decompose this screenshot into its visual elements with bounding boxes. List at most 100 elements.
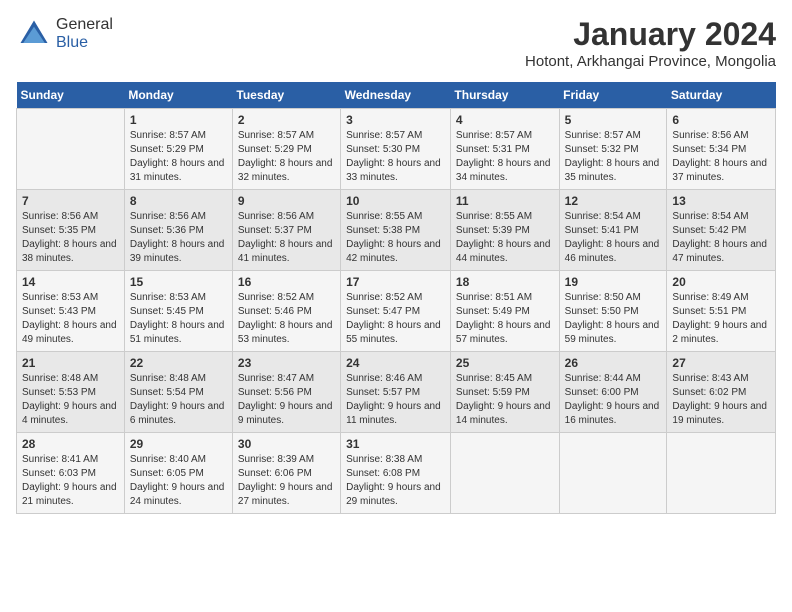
- calendar-week-row: 21 Sunrise: 8:48 AMSunset: 5:53 PMDaylig…: [17, 352, 776, 433]
- calendar-cell: 8 Sunrise: 8:56 AMSunset: 5:36 PMDayligh…: [124, 190, 232, 271]
- calendar-cell: 22 Sunrise: 8:48 AMSunset: 5:54 PMDaylig…: [124, 352, 232, 433]
- day-info: Sunrise: 8:56 AMSunset: 5:36 PMDaylight:…: [130, 210, 227, 266]
- calendar-cell: 5 Sunrise: 8:57 AMSunset: 5:32 PMDayligh…: [559, 109, 667, 190]
- day-info: Sunrise: 8:57 AMSunset: 5:29 PMDaylight:…: [130, 129, 227, 185]
- day-number: 11: [456, 194, 554, 208]
- day-info: Sunrise: 8:44 AMSunset: 6:00 PMDaylight:…: [565, 372, 662, 428]
- day-number: 23: [238, 356, 335, 370]
- day-info: Sunrise: 8:52 AMSunset: 5:46 PMDaylight:…: [238, 291, 335, 347]
- calendar-cell: 12 Sunrise: 8:54 AMSunset: 5:41 PMDaylig…: [559, 190, 667, 271]
- day-info: Sunrise: 8:53 AMSunset: 5:45 PMDaylight:…: [130, 291, 227, 347]
- calendar-cell: 27 Sunrise: 8:43 AMSunset: 6:02 PMDaylig…: [667, 352, 776, 433]
- day-number: 14: [22, 275, 119, 289]
- calendar-subtitle: Hotont, Arkhangai Province, Mongolia: [525, 53, 776, 70]
- day-number: 19: [565, 275, 662, 289]
- day-info: Sunrise: 8:57 AMSunset: 5:30 PMDaylight:…: [346, 129, 445, 185]
- day-number: 13: [672, 194, 770, 208]
- calendar-cell: 17 Sunrise: 8:52 AMSunset: 5:47 PMDaylig…: [341, 271, 451, 352]
- day-info: Sunrise: 8:55 AMSunset: 5:38 PMDaylight:…: [346, 210, 445, 266]
- title-section: January 2024 Hotont, Arkhangai Province,…: [525, 16, 776, 70]
- calendar-table: SundayMondayTuesdayWednesdayThursdayFrid…: [16, 82, 776, 514]
- calendar-cell: 6 Sunrise: 8:56 AMSunset: 5:34 PMDayligh…: [667, 109, 776, 190]
- weekday-header-monday: Monday: [124, 82, 232, 109]
- day-info: Sunrise: 8:51 AMSunset: 5:49 PMDaylight:…: [456, 291, 554, 347]
- day-number: 26: [565, 356, 662, 370]
- day-info: Sunrise: 8:38 AMSunset: 6:08 PMDaylight:…: [346, 453, 445, 509]
- weekday-header-wednesday: Wednesday: [341, 82, 451, 109]
- day-number: 28: [22, 437, 119, 451]
- day-number: 6: [672, 113, 770, 127]
- calendar-cell: 24 Sunrise: 8:46 AMSunset: 5:57 PMDaylig…: [341, 352, 451, 433]
- day-info: Sunrise: 8:56 AMSunset: 5:34 PMDaylight:…: [672, 129, 770, 185]
- day-number: 17: [346, 275, 445, 289]
- weekday-header-tuesday: Tuesday: [232, 82, 340, 109]
- day-number: 25: [456, 356, 554, 370]
- day-number: 22: [130, 356, 227, 370]
- day-number: 7: [22, 194, 119, 208]
- weekday-header-saturday: Saturday: [667, 82, 776, 109]
- day-info: Sunrise: 8:46 AMSunset: 5:57 PMDaylight:…: [346, 372, 445, 428]
- day-info: Sunrise: 8:48 AMSunset: 5:54 PMDaylight:…: [130, 372, 227, 428]
- day-info: Sunrise: 8:48 AMSunset: 5:53 PMDaylight:…: [22, 372, 119, 428]
- day-info: Sunrise: 8:57 AMSunset: 5:31 PMDaylight:…: [456, 129, 554, 185]
- day-number: 30: [238, 437, 335, 451]
- calendar-cell: 4 Sunrise: 8:57 AMSunset: 5:31 PMDayligh…: [450, 109, 559, 190]
- day-info: Sunrise: 8:54 AMSunset: 5:41 PMDaylight:…: [565, 210, 662, 266]
- calendar-week-row: 7 Sunrise: 8:56 AMSunset: 5:35 PMDayligh…: [17, 190, 776, 271]
- calendar-cell: 21 Sunrise: 8:48 AMSunset: 5:53 PMDaylig…: [17, 352, 125, 433]
- day-info: Sunrise: 8:55 AMSunset: 5:39 PMDaylight:…: [456, 210, 554, 266]
- calendar-cell: 29 Sunrise: 8:40 AMSunset: 6:05 PMDaylig…: [124, 433, 232, 514]
- logo-blue: Blue: [56, 34, 88, 51]
- day-number: 21: [22, 356, 119, 370]
- calendar-cell: 30 Sunrise: 8:39 AMSunset: 6:06 PMDaylig…: [232, 433, 340, 514]
- logo-general: General: [56, 16, 113, 33]
- day-number: 27: [672, 356, 770, 370]
- page-header: General Blue January 2024 Hotont, Arkhan…: [16, 16, 776, 70]
- day-info: Sunrise: 8:40 AMSunset: 6:05 PMDaylight:…: [130, 453, 227, 509]
- calendar-cell: 19 Sunrise: 8:50 AMSunset: 5:50 PMDaylig…: [559, 271, 667, 352]
- calendar-cell: 25 Sunrise: 8:45 AMSunset: 5:59 PMDaylig…: [450, 352, 559, 433]
- day-info: Sunrise: 8:54 AMSunset: 5:42 PMDaylight:…: [672, 210, 770, 266]
- calendar-cell: 20 Sunrise: 8:49 AMSunset: 5:51 PMDaylig…: [667, 271, 776, 352]
- day-info: Sunrise: 8:43 AMSunset: 6:02 PMDaylight:…: [672, 372, 770, 428]
- calendar-cell: 16 Sunrise: 8:52 AMSunset: 5:46 PMDaylig…: [232, 271, 340, 352]
- day-number: 31: [346, 437, 445, 451]
- day-number: 20: [672, 275, 770, 289]
- day-number: 8: [130, 194, 227, 208]
- logo-icon: [16, 16, 52, 52]
- day-number: 2: [238, 113, 335, 127]
- calendar-cell: 31 Sunrise: 8:38 AMSunset: 6:08 PMDaylig…: [341, 433, 451, 514]
- calendar-week-row: 14 Sunrise: 8:53 AMSunset: 5:43 PMDaylig…: [17, 271, 776, 352]
- day-info: Sunrise: 8:53 AMSunset: 5:43 PMDaylight:…: [22, 291, 119, 347]
- calendar-cell: 3 Sunrise: 8:57 AMSunset: 5:30 PMDayligh…: [341, 109, 451, 190]
- calendar-cell: 11 Sunrise: 8:55 AMSunset: 5:39 PMDaylig…: [450, 190, 559, 271]
- day-number: 10: [346, 194, 445, 208]
- calendar-cell: 26 Sunrise: 8:44 AMSunset: 6:00 PMDaylig…: [559, 352, 667, 433]
- calendar-cell: 7 Sunrise: 8:56 AMSunset: 5:35 PMDayligh…: [17, 190, 125, 271]
- day-number: 9: [238, 194, 335, 208]
- day-number: 29: [130, 437, 227, 451]
- calendar-cell: 9 Sunrise: 8:56 AMSunset: 5:37 PMDayligh…: [232, 190, 340, 271]
- day-info: Sunrise: 8:56 AMSunset: 5:37 PMDaylight:…: [238, 210, 335, 266]
- calendar-cell: [450, 433, 559, 514]
- day-info: Sunrise: 8:41 AMSunset: 6:03 PMDaylight:…: [22, 453, 119, 509]
- day-number: 5: [565, 113, 662, 127]
- day-info: Sunrise: 8:47 AMSunset: 5:56 PMDaylight:…: [238, 372, 335, 428]
- calendar-cell: 18 Sunrise: 8:51 AMSunset: 5:49 PMDaylig…: [450, 271, 559, 352]
- weekday-header-friday: Friday: [559, 82, 667, 109]
- calendar-cell: 14 Sunrise: 8:53 AMSunset: 5:43 PMDaylig…: [17, 271, 125, 352]
- calendar-week-row: 1 Sunrise: 8:57 AMSunset: 5:29 PMDayligh…: [17, 109, 776, 190]
- day-number: 15: [130, 275, 227, 289]
- day-number: 24: [346, 356, 445, 370]
- weekday-header-thursday: Thursday: [450, 82, 559, 109]
- day-info: Sunrise: 8:50 AMSunset: 5:50 PMDaylight:…: [565, 291, 662, 347]
- day-info: Sunrise: 8:57 AMSunset: 5:29 PMDaylight:…: [238, 129, 335, 185]
- calendar-cell: 1 Sunrise: 8:57 AMSunset: 5:29 PMDayligh…: [124, 109, 232, 190]
- day-number: 16: [238, 275, 335, 289]
- calendar-title: January 2024: [525, 16, 776, 53]
- calendar-cell: 2 Sunrise: 8:57 AMSunset: 5:29 PMDayligh…: [232, 109, 340, 190]
- weekday-header-sunday: Sunday: [17, 82, 125, 109]
- calendar-cell: 28 Sunrise: 8:41 AMSunset: 6:03 PMDaylig…: [17, 433, 125, 514]
- day-number: 18: [456, 275, 554, 289]
- day-info: Sunrise: 8:56 AMSunset: 5:35 PMDaylight:…: [22, 210, 119, 266]
